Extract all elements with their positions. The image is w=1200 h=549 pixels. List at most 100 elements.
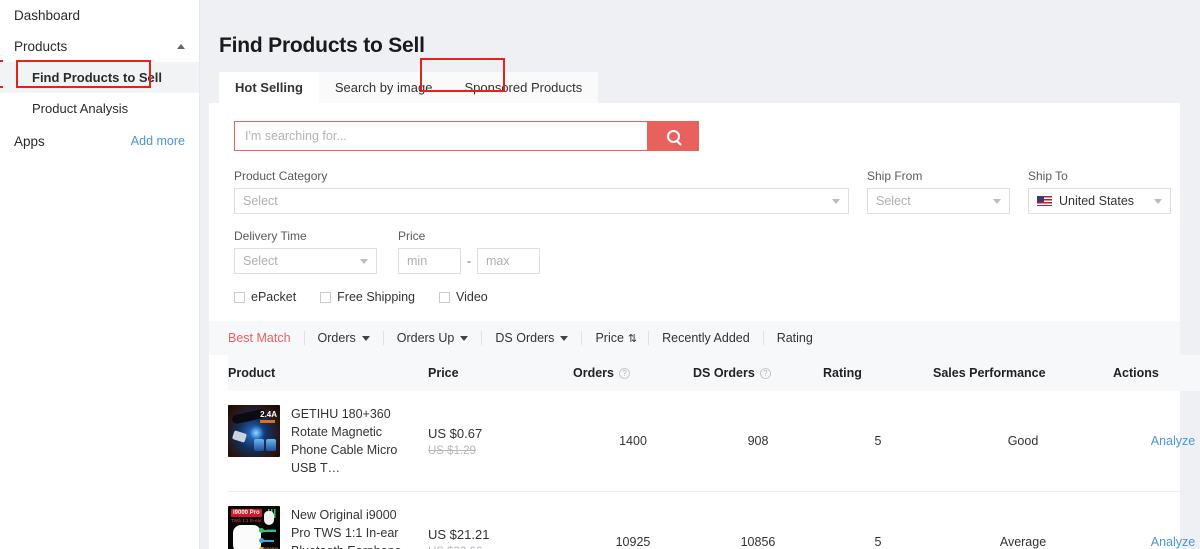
caret-up-icon (177, 44, 185, 49)
sort-label: Price (595, 331, 623, 345)
add-more-link[interactable]: Add more (131, 134, 185, 148)
page-root: Dashboard Products Find Products to Sell… (0, 0, 1200, 549)
sidebar-group-products[interactable]: Products (0, 30, 199, 62)
column-label: Rating (823, 366, 862, 380)
search-icon (667, 130, 680, 143)
sort-label: Rating (777, 331, 813, 345)
sort-rating[interactable]: Rating (777, 331, 813, 345)
sidebar-item-label: Find Products to Sell (32, 70, 162, 85)
checkbox-box-icon (320, 292, 331, 303)
sort-ds-orders[interactable]: DS Orders (495, 331, 568, 345)
divider (763, 331, 764, 345)
sort-price[interactable]: Price ⇅ (595, 331, 635, 345)
filter-ship-from: Ship From Select (867, 169, 1010, 214)
select-value: Select (243, 254, 278, 268)
checkbox-label: ePacket (251, 290, 296, 304)
checkbox-free-shipping[interactable]: Free Shipping (320, 290, 415, 304)
sidebar: Dashboard Products Find Products to Sell… (0, 0, 200, 549)
price-min-input[interactable]: min (398, 248, 461, 274)
sort-label: Best Match (228, 331, 291, 345)
column-label: Price (428, 366, 459, 380)
price-range: min - max (398, 248, 540, 274)
chevron-down-icon (362, 336, 370, 341)
cell-product: 2.4A GETIHU 180+360 Rotate Magnetic Phon… (228, 391, 428, 492)
search-input[interactable]: I'm searching for... (234, 121, 647, 151)
cell-price: US $21.21 US $33.66 (428, 492, 573, 549)
sort-best-match[interactable]: Best Match (228, 331, 291, 345)
chevron-down-icon (360, 259, 368, 264)
sort-recently-added[interactable]: Recently Added (662, 331, 750, 345)
chevron-down-icon (460, 336, 468, 341)
filter-label: Product Category (234, 169, 849, 183)
sort-updown-icon: ⇅ (628, 332, 635, 345)
sidebar-item-dashboard[interactable]: Dashboard (0, 0, 199, 30)
tab-sponsored-products[interactable]: Sponsored Products (448, 72, 598, 103)
cell-price: US $0.67 US $1.29 (428, 391, 573, 492)
results-table: Product Price Orders ? (228, 355, 1200, 549)
sort-orders[interactable]: Orders (318, 331, 370, 345)
product-price: US $0.67 (428, 426, 573, 441)
chevron-down-icon (832, 199, 840, 204)
product-title[interactable]: GETIHU 180+360 Rotate Magnetic Phone Cab… (291, 405, 409, 477)
product-title[interactable]: New Original i9000 Pro TWS 1:1 In-ear Bl… (291, 506, 409, 549)
product-price-original: US $1.29 (428, 445, 573, 457)
sidebar-section-apps: Apps Add more (0, 124, 199, 158)
filter-label: Delivery Time (234, 229, 377, 243)
sidebar-item-find-products-to-sell[interactable]: Find Products to Sell (0, 62, 199, 93)
page-title: Find Products to Sell (200, 14, 1200, 58)
product-category-select[interactable]: Select (234, 188, 849, 214)
tab-label: Sponsored Products (464, 80, 582, 95)
tab-search-by-image[interactable]: Search by image (319, 72, 449, 103)
table-header-row: Product Price Orders ? (228, 355, 1200, 391)
cell-ds-orders: 908 (693, 391, 823, 492)
sort-label: DS Orders (495, 331, 554, 345)
checkbox-video[interactable]: Video (439, 290, 488, 304)
product-price: US $21.21 (428, 527, 573, 542)
column-label: DS Orders (693, 366, 755, 380)
checkbox-epacket[interactable]: ePacket (234, 290, 296, 304)
tab-label: Search by image (335, 80, 433, 95)
checkbox-box-icon (234, 292, 245, 303)
ship-from-select[interactable]: Select (867, 188, 1010, 214)
column-label: Sales Performance (933, 366, 1046, 380)
price-range-separator: - (467, 254, 471, 268)
column-label: Product (228, 366, 275, 380)
help-icon[interactable]: ? (619, 368, 630, 379)
ship-to-select[interactable]: United States (1028, 188, 1171, 214)
select-value: Select (876, 194, 911, 208)
select-value: United States (1059, 194, 1134, 208)
sort-orders-up[interactable]: Orders Up (397, 331, 469, 345)
sort-bar: Best Match Orders Orders Up DS Orders (209, 321, 1180, 355)
sidebar-item-product-analysis[interactable]: Product Analysis (0, 93, 199, 124)
search-button[interactable] (647, 121, 699, 151)
cell-product: i9000 Pro TWS 1:1 In-ear GPSRename (228, 492, 428, 549)
help-icon[interactable]: ? (760, 368, 771, 379)
divider (481, 331, 482, 345)
chevron-down-icon (1154, 199, 1162, 204)
column-header-ds-orders: DS Orders ? (693, 355, 823, 391)
table-row[interactable]: 2.4A GETIHU 180+360 Rotate Magnetic Phon… (228, 391, 1200, 492)
table-row[interactable]: i9000 Pro TWS 1:1 In-ear GPSRename (228, 492, 1200, 549)
usb-magnetic-cable-thumbnail[interactable]: 2.4A (228, 405, 280, 457)
sidebar-apps-label: Apps (14, 134, 45, 149)
checkbox-label: Video (456, 290, 488, 304)
cell-ds-orders: 10856 (693, 492, 823, 549)
divider (648, 331, 649, 345)
analyze-link[interactable]: Analyze (1151, 434, 1195, 448)
tab-bar: Hot Selling Search by image Sponsored Pr… (200, 72, 1200, 103)
column-header-actions: Actions (1113, 355, 1200, 391)
tab-hot-selling[interactable]: Hot Selling (219, 72, 319, 103)
sort-label: Orders (318, 331, 356, 345)
delivery-time-select[interactable]: Select (234, 248, 377, 274)
divider (581, 331, 582, 345)
column-header-orders: Orders ? (573, 355, 693, 391)
analyze-link[interactable]: Analyze (1151, 535, 1195, 549)
tab-label: Hot Selling (235, 80, 303, 95)
tws-earphone-thumbnail[interactable]: i9000 Pro TWS 1:1 In-ear GPSRename (228, 506, 280, 549)
price-max-input[interactable]: max (477, 248, 540, 274)
cell-orders: 10925 (573, 492, 693, 549)
divider (304, 331, 305, 345)
content-card: I'm searching for... Product Category Se… (209, 103, 1180, 549)
cell-rating: 5 (823, 492, 933, 549)
cell-actions: Analyze (1113, 391, 1200, 492)
